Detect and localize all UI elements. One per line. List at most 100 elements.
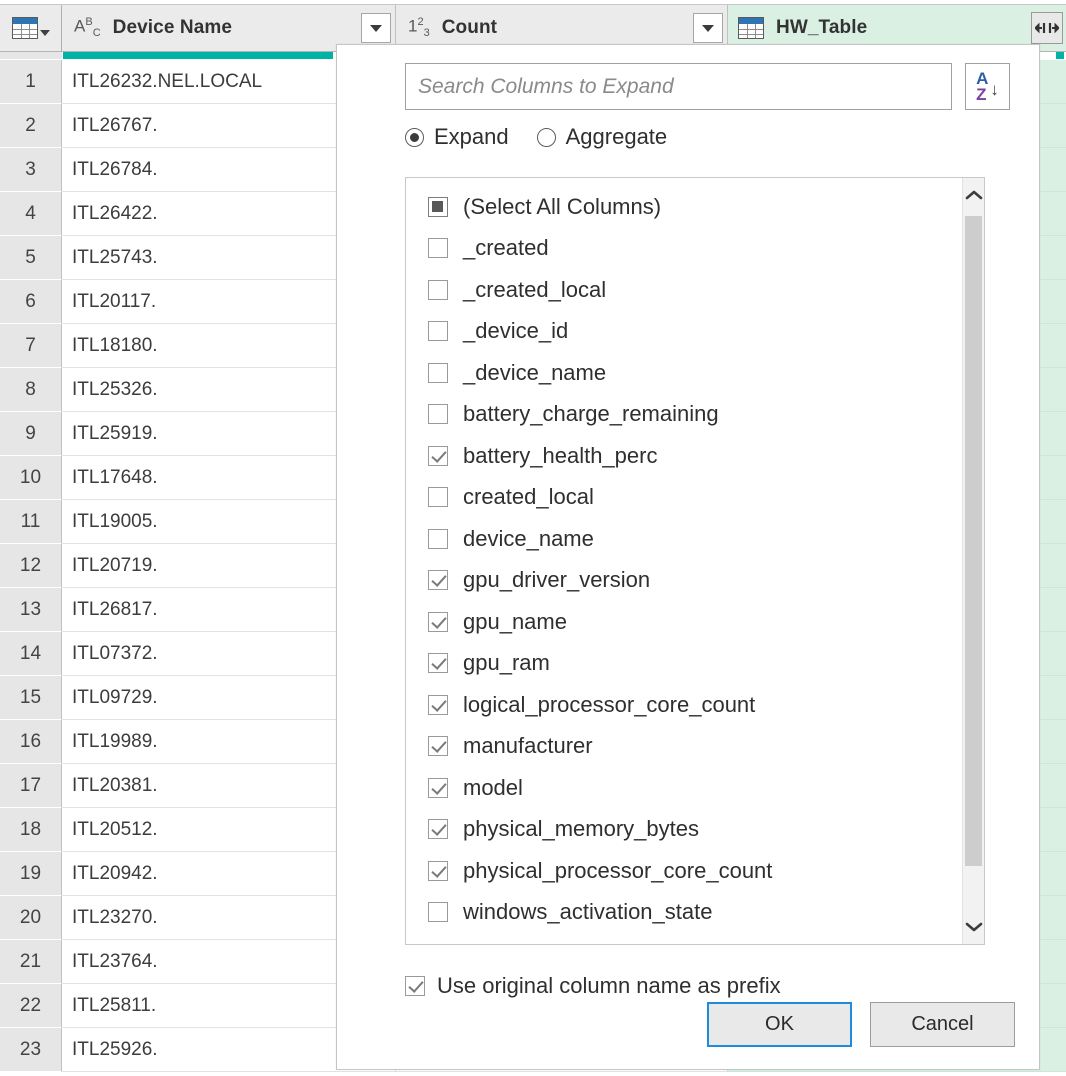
row-number: 20 — [0, 896, 62, 940]
dialog-buttons: OK Cancel — [707, 1002, 1015, 1047]
row-number: 17 — [0, 764, 62, 808]
column-name-label: model — [463, 774, 523, 800]
columns-listbox[interactable]: (Select All Columns) _created _created_loc… — [405, 177, 985, 945]
expand-columns-button[interactable] — [1031, 12, 1063, 44]
text-type-icon: ABC — [74, 16, 101, 40]
scroll-up-icon[interactable] — [963, 178, 984, 212]
sort-letter-z: Z — [976, 84, 987, 104]
filter-button-device-name[interactable] — [361, 13, 391, 43]
dialog-bottom-edge — [337, 1065, 1039, 1069]
checkbox-icon[interactable] — [428, 487, 448, 508]
list-item[interactable]: model — [406, 767, 963, 809]
column-name-label: _device_name — [463, 359, 607, 385]
row-number: 23 — [0, 1028, 62, 1072]
list-item[interactable]: physical_memory_bytes — [406, 809, 963, 851]
chevron-down-icon — [370, 24, 382, 32]
column-header-label: HW_Table — [776, 17, 868, 38]
checkbox-icon[interactable] — [428, 736, 448, 757]
power-query-preview: ABC Device Name 123 Count HW_Table 1 ITL… — [0, 0, 1066, 1076]
column-name-label: _created_local — [463, 276, 607, 302]
row-number: 7 — [0, 324, 62, 368]
column-name-label: (Select All Columns) — [463, 193, 662, 219]
checkbox-icon[interactable] — [428, 611, 448, 632]
row-number: 22 — [0, 984, 62, 1028]
ok-button[interactable]: OK — [707, 1002, 852, 1047]
list-item[interactable]: windows_activation_state — [406, 892, 963, 934]
column-name-label: physical_memory_bytes — [463, 816, 699, 842]
search-columns-input[interactable] — [405, 63, 952, 110]
list-item[interactable]: _device_id — [406, 311, 963, 353]
row-number: 4 — [0, 192, 62, 236]
checkbox-icon[interactable] — [428, 238, 448, 259]
row-number: 18 — [0, 808, 62, 852]
scroll-down-icon[interactable] — [963, 910, 984, 944]
checkbox-icon[interactable] — [428, 196, 448, 217]
checkbox-icon[interactable] — [428, 902, 448, 923]
column-name-label: created_local — [463, 484, 594, 510]
column-name-label: _created — [463, 235, 549, 261]
checkbox-icon[interactable] — [428, 321, 448, 342]
arrow-down-icon: ↓ — [990, 79, 999, 99]
columns-list: (Select All Columns) _created _created_loc… — [406, 178, 963, 933]
search-row: A Z ↓ — [405, 63, 1010, 110]
radio-option-aggregate[interactable]: Aggregate — [536, 124, 667, 150]
quality-bar-device-name — [63, 52, 333, 59]
row-number: 15 — [0, 676, 62, 720]
radio-label: Expand — [434, 124, 509, 149]
checkbox-icon[interactable] — [428, 860, 448, 881]
list-item[interactable]: physical_processor_core_count — [406, 850, 963, 892]
column-name-label: windows_activation_state — [463, 899, 713, 925]
filter-button-count[interactable] — [693, 13, 723, 43]
row-number: 21 — [0, 940, 62, 984]
checkbox-icon[interactable] — [428, 819, 448, 840]
column-name-label: battery_health_perc — [463, 442, 658, 468]
list-item[interactable]: battery_health_perc — [406, 435, 963, 477]
row-number: 11 — [0, 500, 62, 544]
scrollbar-thumb[interactable] — [965, 216, 982, 866]
number-type-icon: 123 — [408, 16, 430, 40]
checkbox-icon[interactable] — [428, 279, 448, 300]
listbox-scrollbar[interactable] — [962, 178, 984, 944]
checkbox-icon[interactable] — [428, 694, 448, 715]
row-number: 16 — [0, 720, 62, 764]
row-number: 3 — [0, 148, 62, 192]
row-number: 5 — [0, 236, 62, 280]
column-name-label: gpu_ram — [463, 650, 550, 676]
list-item[interactable]: device_name — [406, 518, 963, 560]
checkbox-icon[interactable] — [428, 653, 448, 674]
quality-bar-hw-table — [1056, 52, 1064, 59]
cancel-button[interactable]: Cancel — [870, 1002, 1015, 1047]
table-icon — [738, 17, 764, 39]
checkbox-icon[interactable] — [428, 570, 448, 591]
list-item[interactable]: _device_name — [406, 352, 963, 394]
grid-corner-button[interactable] — [0, 5, 62, 51]
row-number: 19 — [0, 852, 62, 896]
dialog-top-section: A Z ↓ Expand Aggregate — [337, 45, 1041, 161]
expand-columns-dialog: A Z ↓ Expand Aggregate (Select All Colum… — [336, 44, 1040, 1070]
checkbox-icon[interactable] — [428, 362, 448, 383]
row-number: 8 — [0, 368, 62, 412]
radio-option-expand[interactable]: Expand — [405, 124, 509, 150]
list-item[interactable]: _created_local — [406, 269, 963, 311]
sort-az-button[interactable]: A Z ↓ — [965, 63, 1010, 110]
list-item[interactable]: (Select All Columns) — [406, 186, 963, 228]
list-item[interactable]: battery_charge_remaining — [406, 394, 963, 436]
column-name-label: manufacturer — [463, 733, 593, 759]
table-icon — [11, 17, 38, 39]
use-prefix-option[interactable]: Use original column name as prefix — [405, 973, 781, 999]
checkbox-icon[interactable] — [428, 528, 448, 549]
checkbox-icon[interactable] — [428, 777, 448, 798]
chevron-down-icon — [702, 24, 714, 32]
list-item[interactable]: gpu_ram — [406, 643, 963, 685]
list-item[interactable]: manufacturer — [406, 726, 963, 768]
checkbox-icon[interactable] — [428, 404, 448, 425]
list-item[interactable]: gpu_name — [406, 601, 963, 643]
radio-icon — [536, 127, 556, 147]
list-item[interactable]: created_local — [406, 477, 963, 519]
list-item[interactable]: gpu_driver_version — [406, 560, 963, 602]
use-prefix-label: Use original column name as prefix — [437, 973, 781, 998]
checkbox-icon[interactable] — [428, 445, 448, 466]
list-item[interactable]: logical_processor_core_count — [406, 684, 963, 726]
list-item[interactable]: _created — [406, 228, 963, 270]
column-name-label: device_name — [463, 525, 594, 551]
